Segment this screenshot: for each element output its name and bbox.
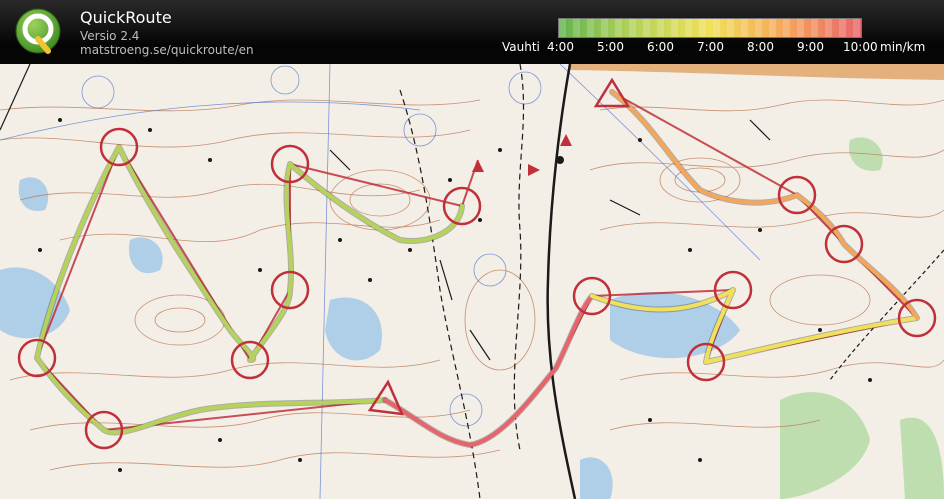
pace-tick: 5:00 [597,40,624,54]
pace-tick: 9:00 [797,40,824,54]
pace-tick: 7:00 [697,40,724,54]
app-header: QuickRoute Versio 2.4 matstroeng.se/quic… [0,0,944,64]
pace-tick: 8:00 [747,40,774,54]
app-url[interactable]: matstroeng.se/quickroute/en [80,43,254,57]
orienteering-map[interactable] [0,64,944,499]
pace-label: Vauhti [502,40,540,54]
quickroute-logo [15,8,61,54]
pace-tick: 10:00 [843,40,878,54]
pace-gradient-bar [558,18,862,38]
pace-tick: 4:00 [547,40,574,54]
app-version: Versio 2.4 [80,29,140,43]
app-title: QuickRoute [80,8,172,27]
pace-tick: 6:00 [647,40,674,54]
pace-unit: min/km [880,40,926,54]
